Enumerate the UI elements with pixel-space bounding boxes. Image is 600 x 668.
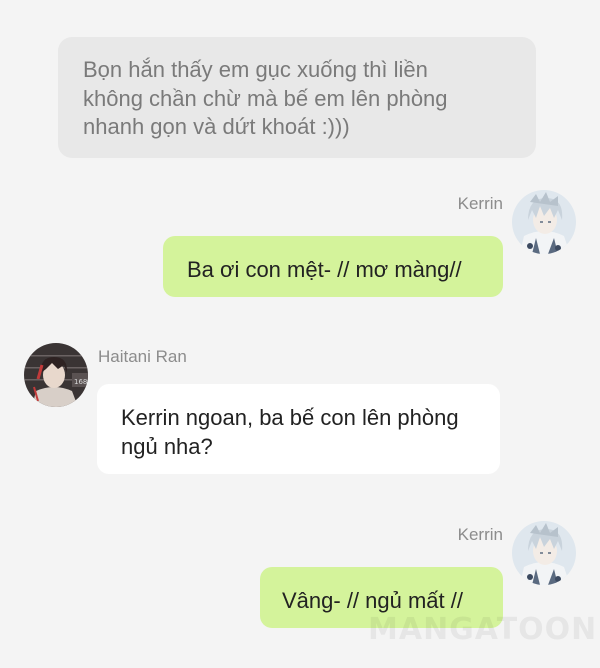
message-text-line-1: Kerrin ngoan, ba bế con lên phòng bbox=[121, 405, 459, 430]
watermark-logo: MANGATOON bbox=[368, 612, 598, 647]
message-bubble-haitani-ran[interactable]: Kerrin ngoan, ba bế con lên phòng ngủ nh… bbox=[97, 384, 500, 474]
anime-avatar-silver-hair-icon bbox=[512, 521, 576, 585]
message-text-line-2: ngủ nha? bbox=[121, 434, 213, 459]
anime-avatar-silver-hair-icon bbox=[512, 190, 576, 254]
narration-line-1: Bọn hắn thấy em gục xuống thì liền bbox=[83, 57, 428, 82]
anime-avatar-mugshot-icon: 168 bbox=[24, 343, 88, 407]
narration-line-3: nhanh gọn và dứt khoát :))) bbox=[83, 114, 350, 139]
sender-name-kerrin: Kerrin bbox=[457, 194, 503, 213]
avatar-kerrin[interactable] bbox=[512, 190, 576, 254]
avatar-haitani-ran[interactable]: 168 bbox=[24, 343, 88, 407]
message-text: Ba ơi con mệt- // mơ màng// bbox=[187, 257, 462, 282]
sender-name-haitani-ran: Haitani Ran bbox=[98, 347, 187, 366]
narration-box: Bọn hắn thấy em gục xuống thì liền không… bbox=[58, 37, 536, 158]
svg-text:168: 168 bbox=[74, 378, 87, 386]
avatar-kerrin-2[interactable] bbox=[512, 521, 576, 585]
sender-name-kerrin-2: Kerrin bbox=[457, 525, 503, 544]
message-bubble-kerrin-1[interactable]: Ba ơi con mệt- // mơ màng// bbox=[163, 236, 503, 297]
message-text: Vâng- // ngủ mất // bbox=[282, 588, 463, 613]
narration-line-2: không chần chừ mà bế em lên phòng bbox=[83, 85, 448, 111]
